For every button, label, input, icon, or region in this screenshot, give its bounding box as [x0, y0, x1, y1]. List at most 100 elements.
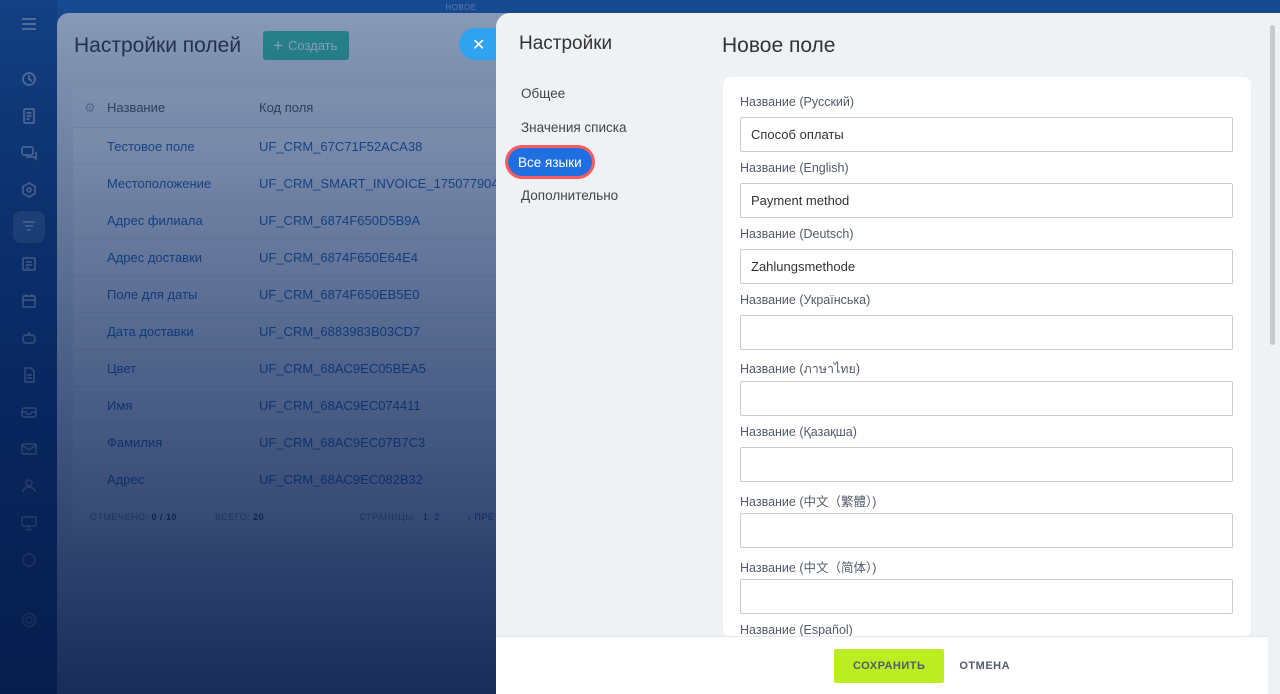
table-row[interactable]: Поле для даты UF_CRM_6874F650EB5E0: [73, 276, 513, 313]
create-button[interactable]: + Создать: [263, 31, 350, 60]
field-name-en: Название (English): [740, 161, 1233, 218]
field-label: Название (Українська): [740, 293, 871, 307]
new-field-title: Новое поле: [722, 34, 836, 57]
total-value: 20: [253, 512, 265, 522]
row-field-code: UF_CRM_6883983B03CD7: [259, 323, 421, 339]
nav-item-general[interactable]: Общее: [521, 86, 565, 101]
scrollbar[interactable]: [1270, 25, 1275, 345]
fields-table-body: Тестовое поле UF_CRM_67C71F52ACA38 Местопо…: [73, 128, 513, 498]
selected-value: 0 / 10: [151, 512, 178, 522]
create-button-label: Создать: [288, 38, 338, 53]
field-name-es: Название (Español): [740, 623, 1233, 637]
selected-label: ОТМЕЧЕНО:: [90, 512, 149, 522]
row-field-code: UF_CRM_68AC9EC082B32: [259, 471, 424, 487]
table-row[interactable]: Адрес доставки UF_CRM_6874F650E64E4: [73, 239, 513, 276]
close-icon: ✕: [472, 34, 486, 54]
column-header-name[interactable]: Название: [107, 100, 259, 115]
row-field-name[interactable]: Дата доставки: [107, 324, 259, 339]
field-settings-title: Настройки полей: [74, 33, 242, 57]
total-label: ВСЕГО:: [215, 512, 251, 522]
chat-icon[interactable]: [13, 137, 45, 169]
calendar-icon[interactable]: [13, 285, 45, 317]
settings-nav: Настройки Общее Значения списка Все язык…: [496, 13, 718, 694]
row-field-name[interactable]: Адрес доставки: [107, 250, 259, 265]
table-row[interactable]: Адрес филиала UF_CRM_6874F650D5B9A: [73, 202, 513, 239]
name-input-de[interactable]: [740, 249, 1233, 284]
row-field-code: UF_CRM_6874F650E64E4: [259, 249, 418, 265]
table-row[interactable]: Имя UF_CRM_68AC9EC074411: [73, 387, 513, 424]
row-field-code: UF_CRM_68AC9EC05BEA5: [259, 360, 426, 376]
settings-icon[interactable]: [13, 604, 45, 636]
presentation-icon[interactable]: [13, 507, 45, 539]
tasks-icon[interactable]: [13, 248, 45, 280]
app-sidebar: [0, 0, 57, 694]
name-input-en[interactable]: [740, 183, 1233, 218]
menu-icon[interactable]: [13, 8, 45, 40]
funnel-icon[interactable]: [12, 211, 45, 243]
field-label: Название (English): [740, 161, 849, 175]
save-button[interactable]: СОХРАНИТЬ: [833, 648, 945, 683]
name-input-ru[interactable]: [740, 117, 1233, 152]
row-field-code: UF_CRM_68AC9EC07B7C3: [259, 434, 426, 450]
prev-page-link[interactable]: ‹ ПРЕ: [468, 512, 494, 522]
name-input-tc[interactable]: [740, 513, 1233, 548]
page-1-link[interactable]: 1: [423, 512, 429, 522]
nav-item-advanced[interactable]: Дополнительно: [521, 188, 618, 203]
fields-table: ⚙ Название Код поля Тестовое поле UF_CRM_…: [73, 88, 513, 498]
row-field-code: UF_CRM_68AC9EC074411: [259, 397, 421, 413]
field-label: Название (Қазақша): [740, 425, 857, 439]
field-label: Название (Русский): [740, 95, 855, 109]
plus-icon: +: [273, 36, 283, 55]
user-badge-icon[interactable]: [13, 544, 45, 576]
row-field-name[interactable]: Адрес: [107, 472, 259, 487]
document-icon[interactable]: [13, 100, 45, 132]
row-field-name[interactable]: Адрес филиала: [107, 213, 259, 228]
users-icon[interactable]: [13, 470, 45, 502]
field-settings-header: Настройки полей + Создать: [57, 13, 517, 60]
row-field-name[interactable]: Фамилия: [107, 435, 259, 450]
name-input-sc[interactable]: [740, 579, 1233, 614]
inbox-icon[interactable]: [13, 396, 45, 428]
cancel-button[interactable]: ОТМЕНА: [959, 649, 1010, 683]
activity-icon[interactable]: [13, 63, 45, 95]
table-row[interactable]: Фамилия UF_CRM_68AC9EC07B7C3: [73, 424, 513, 461]
nav-item-all-languages[interactable]: Все языки: [508, 148, 592, 176]
file-icon[interactable]: [13, 359, 45, 391]
row-field-name[interactable]: Цвет: [107, 361, 259, 376]
form-footer: СОХРАНИТЬ ОТМЕНА: [496, 636, 1268, 694]
name-input-ua[interactable]: [740, 315, 1233, 350]
row-field-code: UF_CRM_6874F650EB5E0: [259, 286, 420, 302]
fields-table-header: ⚙ Название Код поля: [73, 88, 513, 128]
name-input-kz[interactable]: [740, 447, 1233, 482]
field-name-ua: Название (Українська): [740, 293, 1233, 350]
column-header-code[interactable]: Код поля: [259, 100, 513, 115]
row-field-code: UF_CRM_67C71F52ACA38: [259, 138, 423, 154]
table-row[interactable]: Адрес UF_CRM_68AC9EC082B32: [73, 461, 513, 498]
row-field-name[interactable]: Местоположение: [107, 176, 259, 191]
robot-icon[interactable]: [13, 322, 45, 354]
table-footer: ОТМЕЧЕНО: 0 / 10 ВСЕГО: 20 СТРАНИЦЫ: 1 2…: [73, 498, 513, 536]
hexagon-icon[interactable]: [13, 174, 45, 206]
gear-icon[interactable]: ⚙: [73, 100, 107, 116]
name-input-th[interactable]: [740, 381, 1233, 416]
field-settings-panel: Настройки полей + Создать ⚙ Название Код…: [57, 13, 517, 694]
field-name-kz: Название (Қазақша): [740, 425, 1233, 482]
mail-icon[interactable]: [13, 433, 45, 465]
nav-item-list-values[interactable]: Значения списка: [521, 120, 626, 135]
row-field-code: UF_CRM_6874F650D5B9A: [259, 212, 421, 228]
field-label: Название (ภาษาไทย): [740, 362, 861, 376]
table-row[interactable]: Местоположение UF_CRM_SMART_INVOICE_17507…: [73, 165, 513, 202]
field-name-de: Название (Deutsch): [740, 227, 1233, 284]
field-label: Название (中文（简体）): [740, 561, 877, 575]
field-name-th: Название (ภาษาไทย): [740, 359, 1233, 416]
field-name-tc: Название (中文（繁體）): [740, 491, 1233, 548]
close-slider-button[interactable]: ✕: [459, 28, 501, 60]
table-row[interactable]: Тестовое поле UF_CRM_67C71F52ACA38: [73, 128, 513, 165]
row-field-name[interactable]: Поле для даты: [107, 287, 259, 302]
row-field-name[interactable]: Тестовое поле: [107, 139, 259, 154]
row-field-name[interactable]: Имя: [107, 398, 259, 413]
table-row[interactable]: Дата доставки UF_CRM_6883983B03CD7: [73, 313, 513, 350]
table-row[interactable]: Цвет UF_CRM_68AC9EC05BEA5: [73, 350, 513, 387]
page-2-link[interactable]: 2: [434, 512, 440, 522]
row-field-code: UF_CRM_SMART_INVOICE_17507790418: [259, 175, 513, 191]
